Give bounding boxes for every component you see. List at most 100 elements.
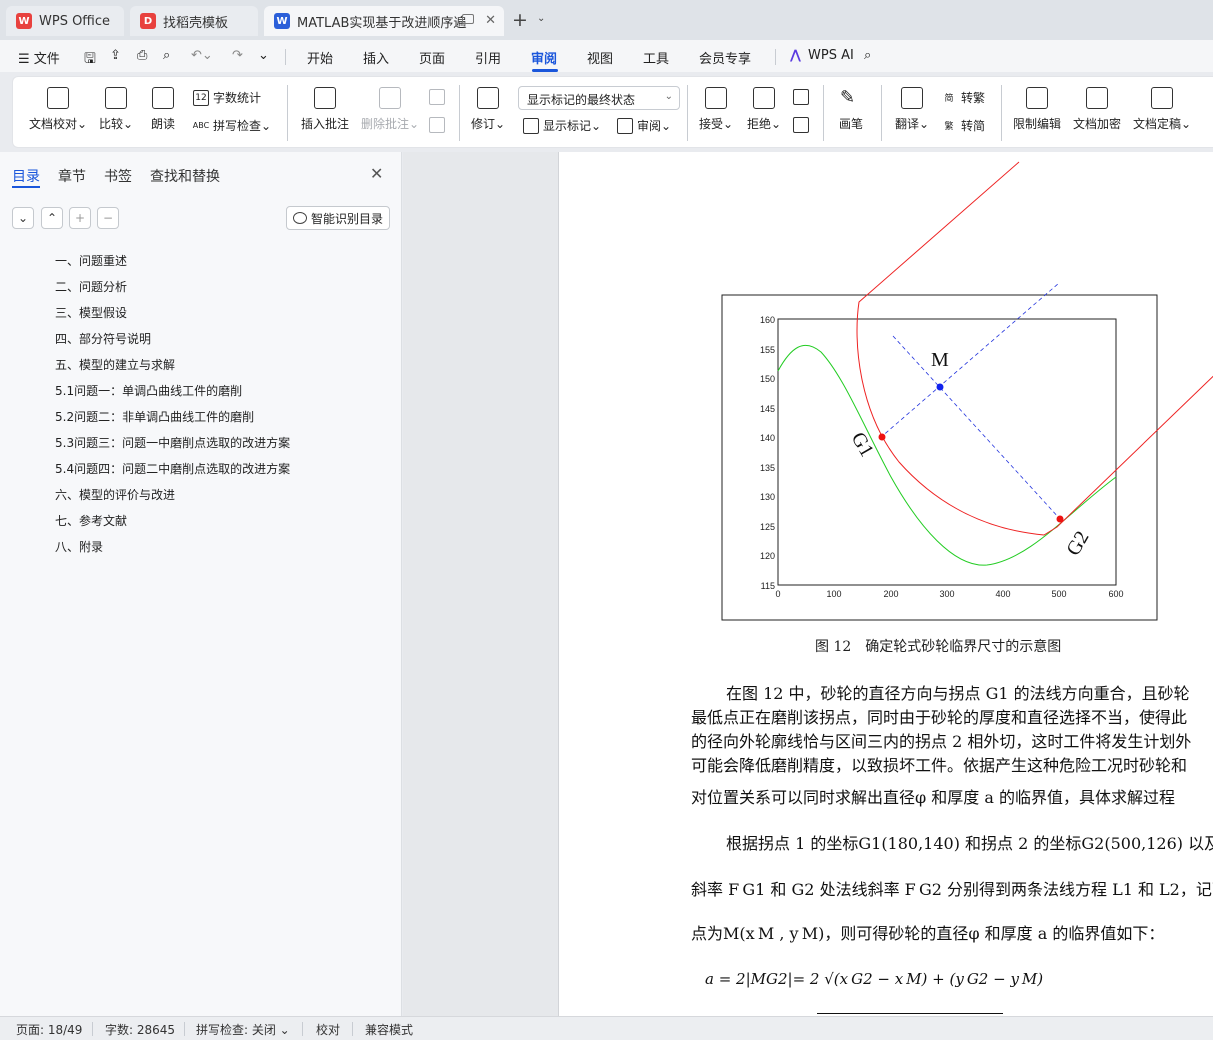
x-tick: 500 [1051,589,1066,599]
toc-item[interactable]: 五、模型的建立与求解 [55,356,175,373]
smart-toc-label: 智能识别目录 [311,211,384,226]
tab-docer-templates[interactable]: D 找稻壳模板 [130,6,258,36]
toc-item[interactable]: 5.2问题二：非单调凸曲线工件的磨削 [55,408,254,425]
translate-button[interactable]: 翻译⌄ [895,87,929,132]
undo-icon[interactable]: ↶⌄ [191,48,213,63]
divider [687,85,688,141]
tab-current-document[interactable]: W MATLAB实现基于改进顺序遍历 ✕ [264,6,504,36]
accept-icon [705,87,728,109]
restrict-edit-button[interactable]: 限制编辑 [1013,87,1061,132]
x-tick: 400 [995,589,1010,599]
close-panel-icon[interactable]: ✕ [370,164,383,183]
insert-comment-label: 插入批注 [301,117,350,131]
traditional-icon: 简 [944,94,954,104]
file-menu[interactable]: ☰ 文件 [18,48,60,67]
close-tab-icon[interactable]: ✕ [485,13,496,28]
divider [823,85,824,141]
read-aloud-label: 朗读 [151,117,176,131]
menu-review[interactable]: 审阅 [531,48,557,67]
spell-check-status[interactable]: 拼写检查: 关闭 ⌄ [196,1021,290,1038]
toc-item[interactable]: 一、问题重述 [55,252,127,269]
point-m [936,383,944,391]
insert-comment-button[interactable]: 插入批注 [301,87,349,132]
toc-item[interactable]: 七、参考文献 [55,512,127,529]
toc-item[interactable]: 八、附录 [55,538,103,555]
page-indicator[interactable]: 页面: 18/49 [16,1021,82,1038]
accept-button[interactable]: 接受⌄ [699,87,733,132]
toc-item[interactable]: 5.3问题三：问题一中磨削点选取的改进方案 [55,434,290,451]
share-icon[interactable]: ⇪ [110,48,121,63]
menu-insert[interactable]: 插入 [363,48,389,67]
pen-icon: ✎ [840,87,856,108]
delete-comment-label: 删除批注 [361,117,410,131]
track-changes-button[interactable]: 修订⌄ [471,87,505,132]
encrypt-button[interactable]: 文档加密 [1073,87,1121,132]
print-icon[interactable]: ⎙ [137,48,147,63]
panel-tab-bookmarks[interactable]: 书签 [104,166,132,186]
panel-tab-toc[interactable]: 目录 [12,166,40,186]
expand-all-chevron-down-icon[interactable]: ⌄ [12,207,34,229]
word-count-button[interactable]: 12 字数统计 [193,89,261,106]
wps-ai-icon[interactable]: ⋀ [790,48,801,63]
toc-item[interactable]: 六、模型的评价与改进 [55,486,175,503]
pen-button[interactable]: ✎ 画笔 [839,87,863,132]
x-tick: 300 [939,589,954,599]
toc-item[interactable]: 5.4问题四：问题二中磨削点选取的改进方案 [55,460,290,477]
finalize-button[interactable]: 文档定稿⌄ [1133,87,1191,132]
to-simplified-button[interactable]: 繁转简 [941,117,985,134]
toc-item[interactable]: 二、问题分析 [55,278,127,295]
prev-comment-icon[interactable] [429,89,449,105]
menu-view[interactable]: 视图 [587,48,613,67]
menu-page[interactable]: 页面 [419,48,445,67]
review-pane-icon [617,117,633,134]
translate-icon [901,87,924,109]
save-icon[interactable]: 🖫 [84,48,96,72]
track-changes-label: 修订 [471,117,496,131]
smart-toc-button[interactable]: 智能识别目录 [286,206,390,230]
wps-ai-button[interactable]: WPS AI [808,48,854,63]
y-tick: 125 [760,522,775,532]
document-canvas[interactable]: 160 155 150 145 140 135 130 125 120 115 … [403,152,1213,1016]
proofread-status[interactable]: 校对 [316,1021,340,1038]
collapse-chevron-up-icon[interactable]: ⌃ [41,207,63,229]
next-comment-icon[interactable] [429,117,449,133]
prev-change-icon[interactable] [793,89,813,105]
divider [459,85,460,141]
delete-comment-button[interactable]: 删除批注⌄ [361,87,419,132]
tab-wps-office[interactable]: W WPS Office [6,6,124,36]
toc-item[interactable]: 5.1问题一：单调凸曲线工件的磨削 [55,382,242,399]
menu-member[interactable]: 会员专享 [699,48,751,67]
reject-button[interactable]: 拒绝⌄ [747,87,781,132]
menu-bar: ☰ 文件 🖫 ⇪ ⎙ ⌕ ↶⌄ ↷ ⌄ 开始 插入 页面 引用 审阅 视图 工具… [0,40,1213,72]
to-traditional-button[interactable]: 简转繁 [941,89,985,106]
toc-item[interactable]: 四、部分符号说明 [55,330,151,347]
doc-check-button[interactable]: 文档校对⌄ [29,87,87,132]
menu-tools[interactable]: 工具 [643,48,669,67]
markup-display-select[interactable]: 显示标记的最终状态 ⌄ [518,86,680,110]
redo-icon[interactable]: ↷ [232,48,243,63]
next-change-icon[interactable] [793,117,813,133]
more-chevron-icon[interactable]: ⌄ [258,48,269,63]
word-count-indicator[interactable]: 字数: 28645 [105,1021,175,1038]
wps-logo-icon: W [16,13,32,29]
add-heading-plus-icon[interactable]: + [69,207,91,229]
status-bar: 页面: 18/49 字数: 28645 拼写检查: 关闭 ⌄ 校对 兼容模式 [0,1016,1213,1040]
panel-tab-sections[interactable]: 章节 [58,166,86,186]
print-preview-icon[interactable]: ⌕ [163,48,170,63]
tab-list-chevron-icon[interactable]: ⌄ [537,13,545,24]
panel-tab-find-replace[interactable]: 查找和替换 [150,166,220,186]
document-page[interactable]: 160 155 150 145 140 135 130 125 120 115 … [558,152,1213,1016]
search-icon[interactable]: ⌕ [864,48,871,63]
read-aloud-button[interactable]: 朗读 [151,87,175,132]
menu-reference[interactable]: 引用 [475,48,501,67]
remove-heading-minus-icon[interactable]: − [97,207,119,229]
monitor-icon[interactable] [462,14,474,24]
spell-check-button[interactable]: ABC 拼写检查 ⌄ [193,117,271,134]
show-markup-button[interactable]: 显示标记 ⌄ [523,117,601,134]
new-tab-plus-icon[interactable]: + [512,9,528,31]
review-pane-button[interactable]: 审阅 ⌄ [617,117,671,134]
menu-home[interactable]: 开始 [307,48,333,67]
docer-icon: D [140,13,156,29]
toc-item[interactable]: 三、模型假设 [55,304,127,321]
compare-button[interactable]: 比较⌄ [99,87,133,132]
